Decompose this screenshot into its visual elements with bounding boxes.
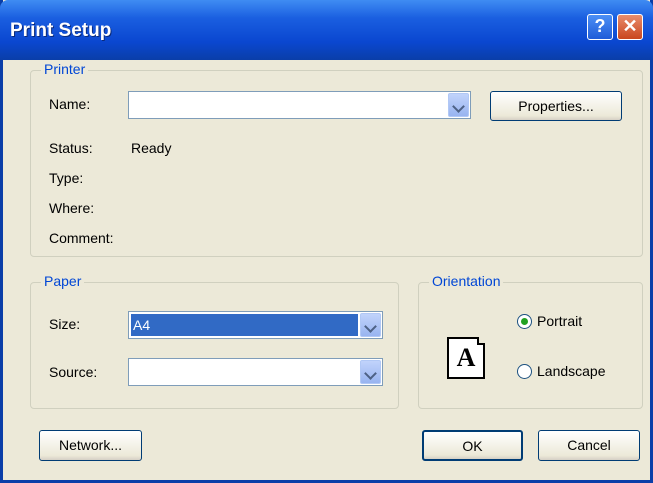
chevron-down-icon[interactable] [360,313,381,337]
paper-source-label: Source: [49,364,98,380]
close-icon[interactable]: ✕ [617,14,643,40]
portrait-page-icon: A [447,337,485,379]
print-setup-dialog: Print Setup ? ✕ Printer Name: Properties… [0,0,653,483]
type-label: Type: [49,170,84,186]
portrait-radio[interactable] [517,314,532,329]
printer-name-label: Name: [49,96,91,112]
chevron-down-icon[interactable] [448,93,469,117]
portrait-label[interactable]: Portrait [537,313,582,329]
status-value: Ready [131,140,172,156]
window-title: Print Setup [10,20,112,41]
printer-name-combo[interactable] [128,91,471,119]
paper-group: Paper [30,273,399,409]
ok-button[interactable]: OK [422,430,523,461]
paper-source-combo[interactable] [128,358,383,386]
radio-selected-dot [521,318,528,325]
network-button[interactable]: Network... [39,430,142,461]
paper-source-value [131,361,358,383]
printer-group-label: Printer [41,61,89,77]
chevron-down-icon[interactable] [360,360,381,384]
status-label: Status: [49,140,93,156]
orientation-group-label: Orientation [429,273,504,289]
dialog-client-area: Printer Name: Properties... Status: Read… [3,60,650,480]
landscape-radio[interactable] [517,364,532,379]
cancel-button[interactable]: Cancel [538,430,640,461]
printer-name-value [131,94,446,116]
help-icon[interactable]: ? [587,14,613,40]
where-label: Where: [49,200,95,216]
paper-size-label: Size: [49,316,81,332]
comment-label: Comment: [49,230,114,246]
paper-size-value: A4 [131,314,358,336]
title-bar[interactable]: Print Setup ? ✕ [0,0,653,60]
paper-group-label: Paper [41,273,85,289]
properties-button[interactable]: Properties... [490,91,622,121]
landscape-label[interactable]: Landscape [537,363,606,379]
paper-size-combo[interactable]: A4 [128,311,383,339]
